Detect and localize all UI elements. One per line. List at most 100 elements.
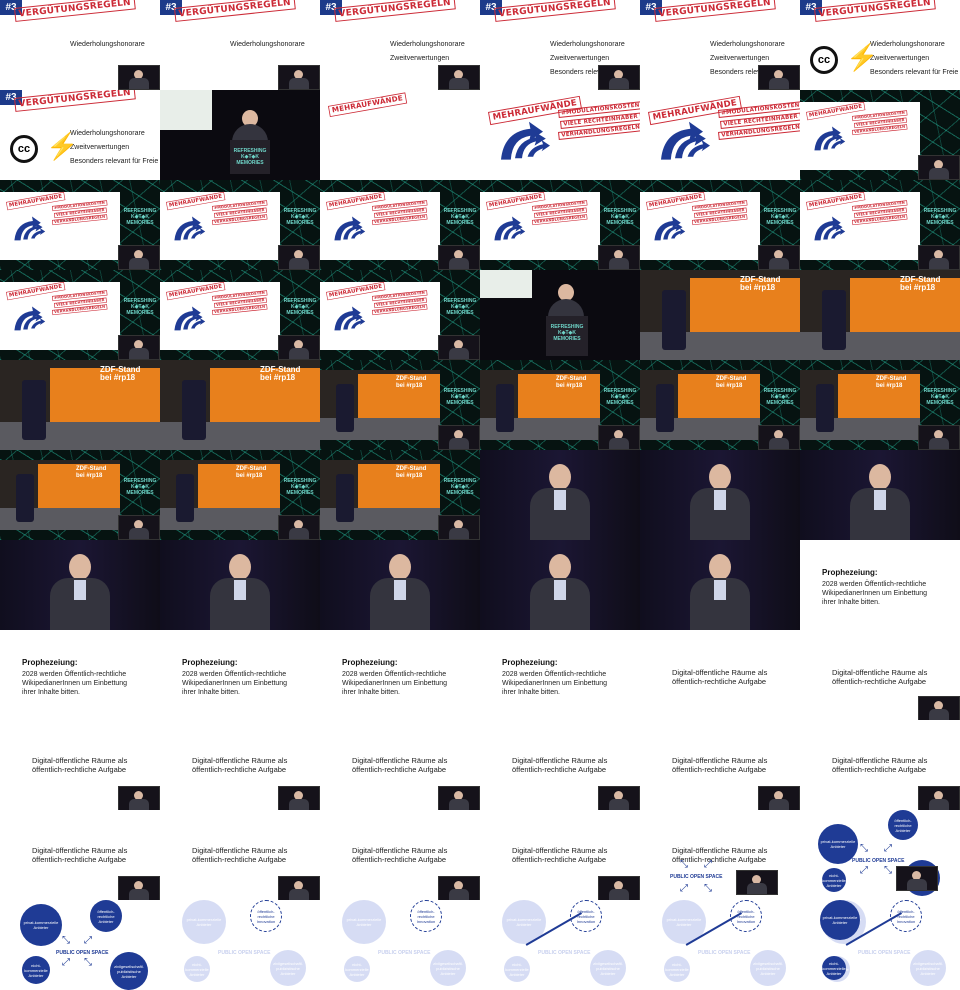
frame-digital-diagram[interactable]: privat-kommerzielle Anbieteröffentlich-r… <box>160 900 320 990</box>
frame-digital[interactable]: Digital-öffentliche Räume als öffentlich-… <box>480 810 640 900</box>
prophezeiung-text: 2028 werden Öffentlich-rechtliche Wikiped… <box>502 670 607 697</box>
frame-zdf-photo[interactable]: ZDF-Stand bei #rp18 <box>160 360 320 450</box>
frame-digital-diagram[interactable]: privat-kommerzielle Anbieteröffentlich-r… <box>800 810 960 900</box>
frame-speaker-closeup[interactable] <box>160 540 320 630</box>
frame-mehraufwaende-small[interactable]: MEHRAUFWÄNDE #MODULATIONSKOSTEN VIELE RECH… <box>160 180 320 270</box>
logo-line: MEMORIES <box>286 310 314 316</box>
speaker-body <box>129 528 149 539</box>
frame-digital-diagram[interactable]: privat-kommerzielle Anbieteröffentlich-r… <box>480 900 640 990</box>
frame-zdf-small[interactable]: ZDF-Stand bei #rp18 REFRESHING K◆T◆K MEMORIE… <box>800 360 960 450</box>
speaker-thumbnail <box>736 870 778 895</box>
frame-digital[interactable]: Digital-öffentliche Räume als öffentlich-… <box>320 810 480 900</box>
frame-zdf-small[interactable]: ZDF-Stand bei #rp18 REFRESHING K◆T◆K MEMORIE… <box>480 360 640 450</box>
frame-mehraufwaende-small[interactable]: MEHRAUFWÄNDE #MODULATIONSKOSTEN VIELE RECH… <box>320 180 480 270</box>
logo-line: MEMORIES <box>446 310 474 316</box>
frame-mehraufwaende-small[interactable]: MEHRAUFWÄNDE #MODULATIONSKOSTEN VIELE RECH… <box>640 180 800 270</box>
circle-label: privat-kommerzielle Anbieter <box>666 917 702 927</box>
frame-verguetungsregeln[interactable]: #3 VERGÜTUNGSREGELN Wiederholungshonorare <box>160 0 320 90</box>
frame-prophezeiung[interactable]: Prophezeiung: 2028 werden Öffentlich-rech… <box>160 630 320 720</box>
frame-mehraufwaende-small[interactable]: MEHRAUFWÄNDE #MODULATIONSKOSTEN VIELE RECH… <box>800 180 960 270</box>
slide-preview: MEHRAUFWÄNDE #MODULATIONSKOSTEN VIELE RECH… <box>320 191 440 260</box>
frame-speaker-closeup[interactable] <box>480 540 640 630</box>
frame-verguetungsregeln[interactable]: #3 VERGÜTUNGSREGELN Wiederholungshonorare Z… <box>800 0 960 90</box>
frame-mehraufwaende-small[interactable]: MEHRAUFWÄNDE #MODULATIONSKOSTEN VIELE RECH… <box>160 270 320 360</box>
frame-zdf-small[interactable]: ZDF-Stand bei #rp18 REFRESHING K◆T◆K MEMORIE… <box>640 360 800 450</box>
speaker-thumbnail <box>598 245 640 270</box>
zdf-photo: ZDF-Stand bei #rp18 <box>640 370 760 440</box>
speaker-body <box>769 438 789 449</box>
frame-verguetungsregeln[interactable]: #3 VERGÜTUNGSREGELN Wiederholungshonorare <box>0 0 160 90</box>
frame-speaker-closeup[interactable] <box>320 540 480 630</box>
frame-mehraufwaende-small[interactable]: MEHRAUFWÄNDE #MODULATIONSKOSTEN VIELE RECH… <box>320 270 480 360</box>
frame-stage-speaker[interactable]: REFRESHING K◆T◆K MEMORIES <box>160 90 320 180</box>
frame-digital[interactable]: Digital-öffentliche Räume als öffentlich-… <box>0 720 160 810</box>
frame-digital-diagram[interactable]: privat-kommerzielle Anbieteröffentlich-r… <box>640 900 800 990</box>
frame-mehraufwaende-small[interactable]: MEHRAUFWÄNDE #MODULATIONSKOSTEN VIELE RECH… <box>0 180 160 270</box>
frame-verguetungsregeln[interactable]: #3 VERGÜTUNGSREGELN Wiederholungshonorare Z… <box>0 90 160 180</box>
frame-mehraufwaende[interactable]: MEHRAUFWÄNDE <box>320 90 480 180</box>
frame-digital[interactable]: Digital-öffentliche Räume als öffentlich-… <box>160 720 320 810</box>
frame-mehraufwaende-small[interactable]: MEHRAUFWÄNDE #MODULATIONSKOSTEN VIELE RECH… <box>800 90 960 180</box>
arrow-se-icon: ⤡ <box>84 957 92 968</box>
frame-prophezeiung[interactable]: Prophezeiung: 2028 werden Öffentlich-rech… <box>480 630 640 720</box>
circle-nonprofit: nicht-kommerzielle Anbieter <box>664 956 690 982</box>
frame-digital-diagram[interactable]: privat-kommerzielle Anbieteröffentlich-r… <box>800 900 960 990</box>
refreshing-memories-logo: REFRESHING K◆T◆K MEMORIES <box>440 478 480 496</box>
frame-prophezeiung[interactable]: Prophezeiung: 2028 werden Öffentlich-rech… <box>0 630 160 720</box>
frame-speaker-closeup[interactable] <box>640 540 800 630</box>
zdf-caption: ZDF-Stand bei #rp18 <box>76 466 106 480</box>
circle-nonprofit: nicht-kommerzielle Anbieter <box>344 956 370 982</box>
frame-verguetungsregeln[interactable]: #3 VERGÜTUNGSREGELN Wiederholungshonorare Z… <box>640 0 800 90</box>
digital-title-line: Digital-öffentliche Räume als <box>672 668 768 677</box>
zdf-line1: ZDF-Stand <box>556 376 587 382</box>
circle-nonprofit: nicht-kommerzielle Anbieter <box>504 956 530 982</box>
frame-zdf-small[interactable]: ZDF-Stand bei #rp18 REFRESHING K◆T◆K MEMORIE… <box>160 450 320 540</box>
digital-title-line: Digital-öffentliche Räume als <box>512 756 608 765</box>
zdf-line2: bei #rp18 <box>396 383 423 389</box>
frame-speaker-closeup[interactable] <box>0 540 160 630</box>
frame-mehraufwaende-small[interactable]: MEHRAUFWÄNDE #MODULATIONSKOSTEN VIELE RECH… <box>0 270 160 360</box>
refreshing-memories-logo: REFRESHING K◆T◆K MEMORIES <box>280 208 320 226</box>
frame-digital-diagram[interactable]: Digital-öffentliche Räume als öffentlich-… <box>640 810 800 900</box>
frame-zdf-small[interactable]: ZDF-Stand bei #rp18 REFRESHING K◆T◆K MEMORIE… <box>320 450 480 540</box>
speaker-body <box>129 258 149 269</box>
speaker-thumbnail <box>438 876 480 900</box>
frame-digital[interactable]: Digital-öffentliche Räume als öffentlich-… <box>800 720 960 810</box>
frame-zdf-photo[interactable]: ZDF-Stand bei #rp18 <box>640 270 800 360</box>
camera-robot <box>822 290 846 350</box>
frame-mehraufwaende[interactable]: MEHRAUFWÄNDE #MODULATIONSKOSTEN VIELE RECH… <box>480 90 640 180</box>
frame-stage-speaker[interactable]: REFRESHING K◆T◆K MEMORIES <box>480 270 640 360</box>
frame-speaker-closeup[interactable] <box>480 450 640 540</box>
frame-zdf-photo[interactable]: ZDF-Stand bei #rp18 <box>800 270 960 360</box>
frame-digital[interactable]: Digital-öffentliche Räume als öffentlich-… <box>480 720 640 810</box>
frame-zdf-photo[interactable]: ZDF-Stand bei #rp18 <box>0 360 160 450</box>
digital-title-line: öffentlich-rechtliche Aufgabe <box>352 765 447 774</box>
frame-speaker-closeup[interactable] <box>800 450 960 540</box>
speaker-body <box>129 348 149 359</box>
frame-digital-diagram[interactable]: privat-kommerzielle Anbieteröffentlich-r… <box>0 900 160 990</box>
zdf-line1: ZDF-Stand <box>396 376 427 382</box>
frame-digital[interactable]: Digital-öffentliche Räume als öffentlich-… <box>160 810 320 900</box>
digital-title-line: öffentlich-rechtliche Aufgabe <box>672 677 767 686</box>
frame-speaker-closeup[interactable] <box>640 450 800 540</box>
frame-mehraufwaende-small[interactable]: MEHRAUFWÄNDE #MODULATIONSKOSTEN VIELE RECH… <box>480 180 640 270</box>
frame-digital[interactable]: Digital-öffentliche Räume als öffentlich-… <box>640 630 800 720</box>
digital-title-line: Digital-öffentliche Räume als <box>192 756 288 765</box>
speaker-body <box>929 438 949 449</box>
frame-digital-diagram[interactable]: privat-kommerzielle Anbieteröffentlich-r… <box>320 900 480 990</box>
frame-verguetungsregeln[interactable]: #3 VERGÜTUNGSREGELN Wiederholungshonorare Z… <box>480 0 640 90</box>
frame-zdf-small[interactable]: ZDF-Stand bei #rp18 REFRESHING K◆T◆K MEMORIE… <box>0 450 160 540</box>
speaker-shirt <box>234 580 246 600</box>
creative-commons-icon: cc <box>810 46 838 74</box>
digital-title: Digital-öffentliche Räume als öffentlich-… <box>352 756 447 774</box>
frame-verguetungsregeln[interactable]: #3 VERGÜTUNGSREGELN Wiederholungshonorare Z… <box>320 0 480 90</box>
frame-digital[interactable]: Digital-öffentliche Räume als öffentlich-… <box>800 630 960 720</box>
bullet-text: Zweitverwertungen <box>870 55 930 62</box>
frame-prophezeiung[interactable]: Prophezeiung: 2028 werden Öffentlich-rech… <box>320 630 480 720</box>
frame-digital[interactable]: Digital-öffentliche Räume als öffentlich-… <box>320 720 480 810</box>
frame-zdf-small[interactable]: ZDF-Stand bei #rp18 REFRESHING K◆T◆K MEMORIE… <box>320 360 480 450</box>
frame-prophezeiung[interactable]: Prophezeiung: 2028 werden Öffentlich-rech… <box>800 540 960 630</box>
frame-digital[interactable]: Digital-öffentliche Räume als öffentlich-… <box>640 720 800 810</box>
frame-digital[interactable]: Digital-öffentliche Räume als öffentlich-… <box>0 810 160 900</box>
frame-mehraufwaende[interactable]: MEHRAUFWÄNDE #MODULATIONSKOSTEN VIELE RECH… <box>640 90 800 180</box>
